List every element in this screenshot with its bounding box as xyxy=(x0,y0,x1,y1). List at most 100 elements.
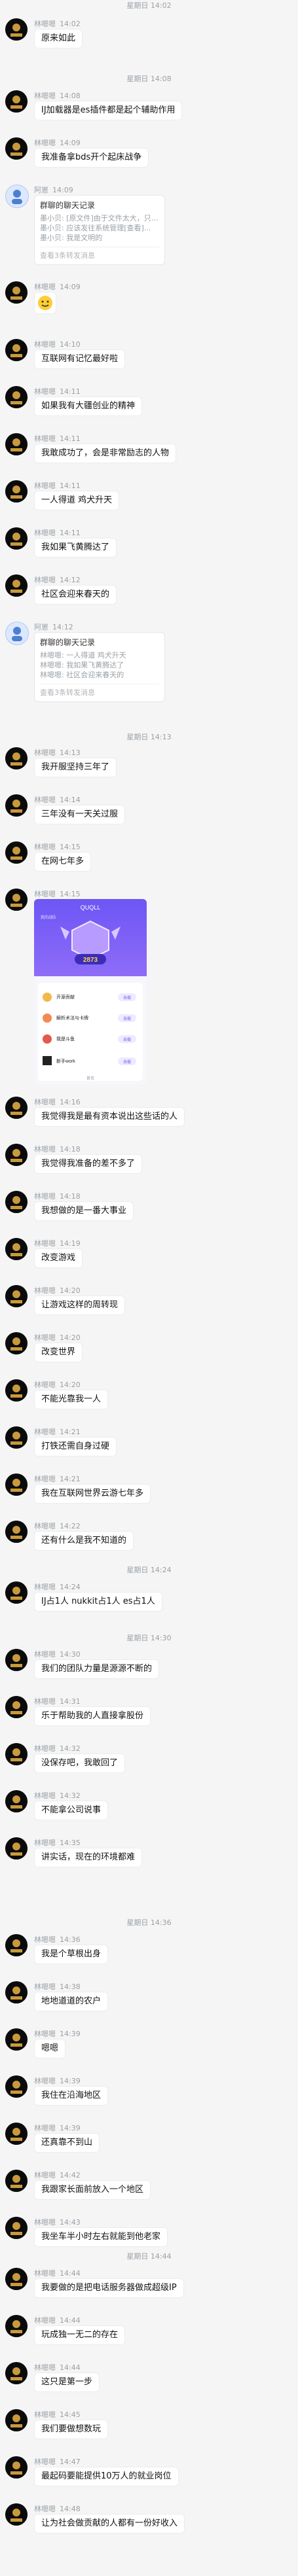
avatar[interactable] xyxy=(5,18,28,41)
avatar[interactable] xyxy=(5,1790,28,1812)
sender-name: 林嗯嗯 xyxy=(34,20,56,28)
message-bubble[interactable]: 我在互联网世界云游七年多 xyxy=(34,1484,151,1504)
avatar[interactable] xyxy=(5,2028,28,2051)
forwarded-chat-card[interactable]: 群聊的聊天记录 墨小贝: [原文件]由于文件太大，只能下载... 墨小贝: 应该… xyxy=(34,195,165,265)
avatar[interactable] xyxy=(5,747,28,769)
message-bubble[interactable]: 这只是第一步 xyxy=(34,2373,100,2392)
avatar[interactable] xyxy=(5,1837,28,1860)
message-bubble[interactable]: 互联网有记忆最好啦 xyxy=(34,349,126,369)
message-bubble[interactable]: 改变世界 xyxy=(34,1343,83,1362)
message-bubble[interactable]: 我是个草根出身 xyxy=(34,1945,109,1964)
avatar[interactable] xyxy=(5,574,28,597)
avatar[interactable] xyxy=(5,527,28,550)
avatar[interactable] xyxy=(5,2503,28,2526)
avatar[interactable] xyxy=(5,185,29,208)
message-bubble[interactable]: 三年没有一天关过服 xyxy=(34,805,126,824)
message-bubble[interactable]: 没保存吧，我敢回了 xyxy=(34,1754,126,1773)
message-bubble[interactable]: 不能光靠我一人 xyxy=(34,1390,109,1409)
message-bubble[interactable]: 嗯嗯 xyxy=(34,2039,66,2058)
avatar[interactable] xyxy=(5,1426,28,1449)
message-bubble[interactable]: 一人得道 鸡犬升天 xyxy=(34,491,120,510)
message-bubble[interactable]: 我想做的是一番大事业 xyxy=(34,1201,134,1221)
avatar[interactable] xyxy=(5,1934,28,1956)
avatar-image xyxy=(5,2075,28,2098)
message-bubble[interactable]: 还真靠不到山 xyxy=(34,2133,100,2153)
message-bubble[interactable]: 我们要做想数玩 xyxy=(34,2420,109,2439)
emoji-sticker[interactable] xyxy=(34,292,56,314)
message-bubble[interactable]: 在网七年多 xyxy=(34,852,92,872)
message-bubble[interactable]: 我觉得我准备的差不多了 xyxy=(34,1154,143,1174)
message-bubble[interactable]: 打铁还需自身过硬 xyxy=(34,1437,117,1456)
avatar[interactable] xyxy=(5,1191,28,1213)
message-bubble[interactable]: 我开服坚持三年了 xyxy=(34,758,117,777)
avatar[interactable] xyxy=(5,889,28,911)
avatar[interactable] xyxy=(5,2409,28,2431)
message-bubble[interactable]: 我坐车半小时左右就能到他老家 xyxy=(34,2227,168,2247)
message-meta: 林嗯嗯 14:20 xyxy=(34,1332,81,1343)
message-bubble[interactable]: 社区会迎来春天的 xyxy=(34,585,117,605)
avatar[interactable] xyxy=(5,841,28,864)
avatar[interactable] xyxy=(5,1332,28,1354)
avatar[interactable] xyxy=(5,433,28,455)
avatar[interactable] xyxy=(5,1581,28,1604)
avatar[interactable] xyxy=(5,2315,28,2337)
message-meta: 林嗯嗯 14:39 xyxy=(34,2075,81,2086)
avatar[interactable] xyxy=(5,1285,28,1307)
screenshot-image[interactable]: QUQLL 我的战队 2873 开源贡献 去做 解析术法与卡牌 去做 我是斗鱼 … xyxy=(34,899,147,1085)
message-time: 14:20 xyxy=(60,1286,81,1295)
avatar[interactable] xyxy=(5,1521,28,1543)
message-bubble[interactable]: 我住在沿海地区 xyxy=(34,2086,109,2106)
avatar[interactable] xyxy=(5,1097,28,1119)
avatar-image xyxy=(5,1426,28,1449)
message-bubble[interactable]: IJ加载器是es插件都是起个辅助作用 xyxy=(34,101,183,120)
avatar[interactable] xyxy=(5,2075,28,2098)
avatar-image xyxy=(5,2409,28,2431)
forwarded-chat-card[interactable]: 群聊的聊天记录 林嗯嗯: 一人得道 鸡犬升天 林嗯嗯: 我如果飞黄腾达了 林嗯嗯… xyxy=(34,632,165,702)
avatar[interactable] xyxy=(5,1981,28,2003)
message-bubble[interactable]: 我觉得我是最有资本说出这些话的人 xyxy=(34,1107,185,1127)
avatar[interactable] xyxy=(5,137,28,160)
message-bubble[interactable]: 乐于帮助我的人直接拿股份 xyxy=(34,1706,151,1726)
avatar[interactable] xyxy=(5,281,28,304)
message-time: 14:31 xyxy=(60,1697,81,1706)
avatar[interactable] xyxy=(5,1649,28,1671)
avatar[interactable] xyxy=(5,2217,28,2239)
message-bubble[interactable]: 不能拿公司说事 xyxy=(34,1801,109,1820)
avatar[interactable] xyxy=(5,90,28,113)
avatar[interactable] xyxy=(5,2456,28,2479)
avatar[interactable] xyxy=(5,2123,28,2145)
message-bubble[interactable]: 改变游戏 xyxy=(34,1248,83,1268)
avatar[interactable] xyxy=(5,1696,28,1718)
message-bubble[interactable]: 还有什么是我不知道的 xyxy=(34,1531,134,1551)
message-bubble[interactable]: 我要做的是把电话服务器做成超级IP xyxy=(34,2278,184,2298)
avatar[interactable] xyxy=(5,480,28,503)
avatar[interactable] xyxy=(5,2362,28,2384)
avatar[interactable] xyxy=(5,794,28,817)
message-bubble[interactable]: 我如果飞黄腾达了 xyxy=(34,538,117,557)
message-bubble[interactable]: 最起码要能提供10万人的就业岗位 xyxy=(34,2467,179,2486)
message-bubble[interactable]: 如果我有大疆创业的精神 xyxy=(34,397,143,416)
message-bubble[interactable]: IJ占1人 nukkit占1人 es占1人 xyxy=(34,1592,162,1612)
message-bubble[interactable]: 让为社会做贡献的人都有一份好收入 xyxy=(34,2514,185,2533)
avatar[interactable] xyxy=(5,1379,28,1402)
avatar[interactable] xyxy=(5,339,28,361)
message-bubble[interactable]: 我准备拿bds开个起床战争 xyxy=(34,148,149,168)
avatar[interactable] xyxy=(5,622,29,645)
sender-name: 阿崽 xyxy=(34,186,48,194)
avatar[interactable] xyxy=(5,1144,28,1166)
message-bubble[interactable]: 地地道道的农户 xyxy=(34,1992,109,2011)
avatar[interactable] xyxy=(5,2268,28,2290)
message-bubble[interactable]: 原来如此 xyxy=(34,29,83,48)
message-bubble[interactable]: 让游戏这样的周转现 xyxy=(34,1296,126,1315)
avatar[interactable] xyxy=(5,2170,28,2192)
message-bubble[interactable]: 讲实话，现在的环境都难 xyxy=(34,1848,143,1867)
message-bubble[interactable]: 玩成独一无二的存在 xyxy=(34,2325,126,2345)
message-bubble[interactable]: 我跟家长面前放入一个地区 xyxy=(34,2180,151,2200)
card-line: 林嗯嗯: 社区会迎来春天的 xyxy=(40,671,124,679)
avatar[interactable] xyxy=(5,1473,28,1496)
message-bubble[interactable]: 我们的团队力量是源源不断的 xyxy=(34,1659,160,1679)
avatar[interactable] xyxy=(5,1743,28,1765)
avatar[interactable] xyxy=(5,1238,28,1260)
avatar[interactable] xyxy=(5,386,28,408)
message-bubble[interactable]: 我敢成功了，会是非常励志的人物 xyxy=(34,444,177,463)
